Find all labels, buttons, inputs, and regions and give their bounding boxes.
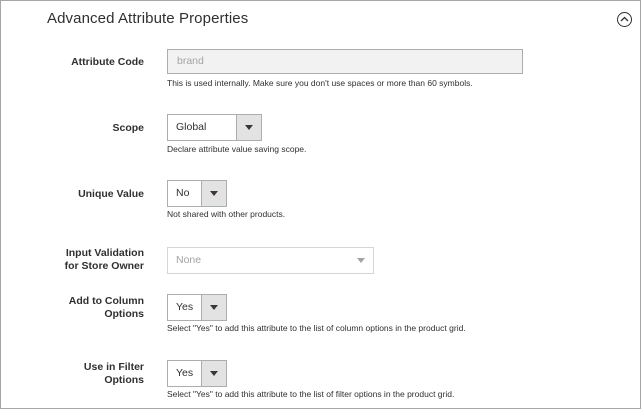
- attribute-code-label: Attribute Code: [71, 56, 144, 68]
- section-title: Advanced Attribute Properties: [47, 10, 249, 27]
- add-to-column-options-select[interactable]: Yes: [167, 294, 227, 321]
- unique-value-select[interactable]: No: [167, 180, 227, 207]
- attribute-code-input[interactable]: brand: [167, 49, 523, 74]
- add-to-column-options-label: Add to Column Options: [69, 295, 144, 321]
- add-to-column-options-label-line1: Add to Column: [68, 295, 144, 307]
- chevron-down-icon: [210, 191, 218, 196]
- scope-label: Scope: [112, 122, 144, 134]
- advanced-attribute-properties-panel: Advanced Attribute Properties Attribute …: [0, 0, 641, 409]
- chevron-down-icon: [245, 125, 253, 130]
- unique-value-select-value: No: [176, 187, 190, 199]
- input-validation-label-line1: Input Validation: [65, 247, 144, 259]
- scope-dropdown-button[interactable]: [236, 115, 261, 140]
- add-to-column-options-note: Select "Yes" to add this attribute to th…: [167, 323, 466, 333]
- use-in-filter-options-note: Select "Yes" to add this attribute to th…: [167, 389, 455, 399]
- input-validation-label-line2: for Store Owner: [64, 260, 144, 272]
- unique-value-label: Unique Value: [78, 188, 144, 200]
- scope-select-value: Global: [176, 121, 207, 133]
- scope-select[interactable]: Global: [167, 114, 262, 141]
- unique-value-note: Not shared with other products.: [167, 209, 286, 219]
- add-to-column-options-dropdown-button[interactable]: [201, 295, 226, 320]
- use-in-filter-options-label-line1: Use in Filter: [83, 361, 144, 373]
- add-to-column-options-select-value: Yes: [176, 301, 194, 313]
- scope-note: Declare attribute value saving scope.: [167, 144, 307, 154]
- collapse-chevron-up-icon[interactable]: [617, 12, 632, 27]
- use-in-filter-options-dropdown-button[interactable]: [201, 361, 226, 386]
- chevron-down-icon: [210, 371, 218, 376]
- input-validation-label: Input Validation for Store Owner: [65, 247, 144, 273]
- use-in-filter-options-select[interactable]: Yes: [167, 360, 227, 387]
- input-validation-select-value: None: [176, 254, 202, 266]
- input-validation-dropdown-button: [349, 248, 373, 273]
- chevron-down-icon: [357, 258, 365, 263]
- use-in-filter-options-select-value: Yes: [176, 367, 194, 379]
- chevron-down-icon: [210, 305, 218, 310]
- add-to-column-options-label-line2: Options: [104, 308, 144, 320]
- use-in-filter-options-label-line2: Options: [104, 374, 144, 386]
- unique-value-dropdown-button[interactable]: [201, 181, 226, 206]
- use-in-filter-options-label: Use in Filter Options: [84, 361, 144, 387]
- attribute-code-note: This is used internally. Make sure you d…: [167, 78, 473, 88]
- input-validation-select: None: [167, 247, 374, 274]
